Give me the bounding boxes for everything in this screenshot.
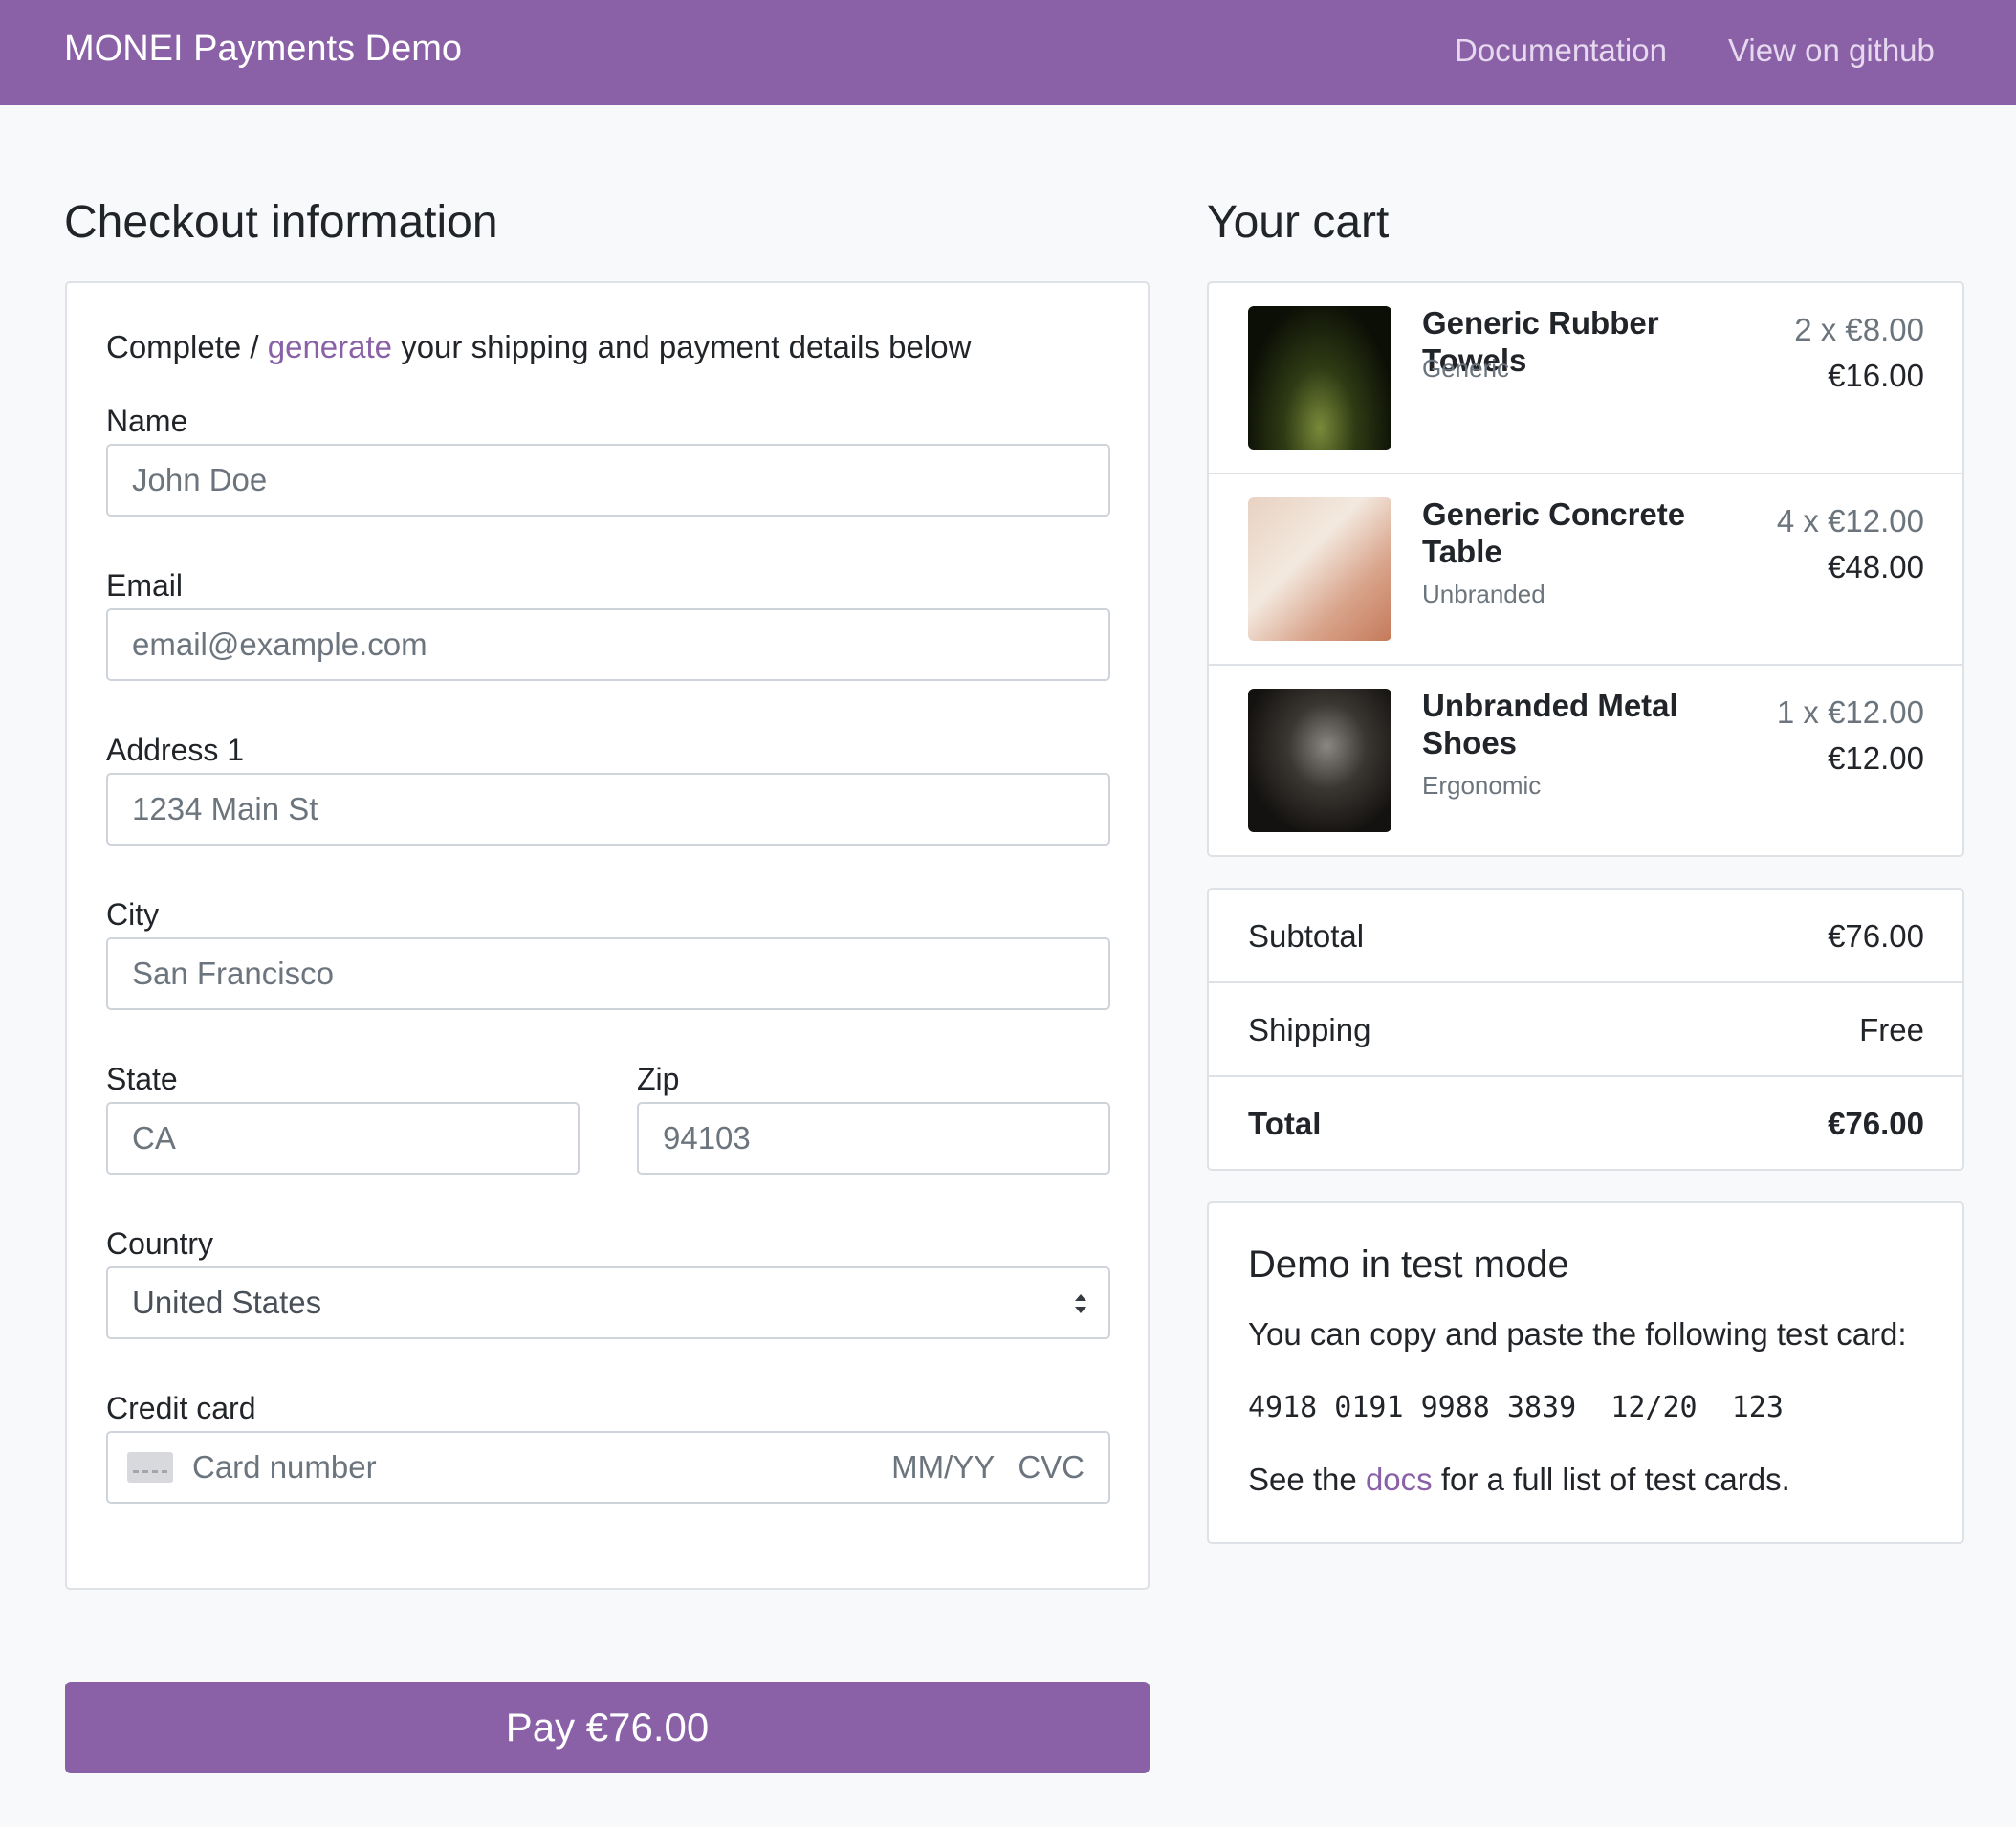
item-brand: Ergonomic (1422, 771, 1542, 800)
zip-input[interactable]: 94103 (637, 1102, 1110, 1175)
pay-button[interactable]: Pay €76.00 (65, 1682, 1150, 1773)
item-qty-price: 1 x €12.00 (1776, 694, 1924, 730)
test-mode-card: Demo in test mode You can copy and paste… (1207, 1201, 1964, 1544)
test-mode-footer: See the docs for a full list of test car… (1248, 1462, 1790, 1498)
item-brand: Unbranded (1422, 580, 1545, 608)
state-input[interactable]: CA (106, 1102, 580, 1175)
card-cvc-placeholder: CVC (1018, 1449, 1085, 1485)
cart-items-list: Generic Rubber Towels Generic 2 x €8.00 … (1207, 281, 1964, 857)
email-input[interactable]: email@example.com (106, 608, 1110, 681)
name-value: John Doe (132, 462, 268, 497)
product-thumbnail (1248, 497, 1391, 641)
credit-card-label: Credit card (106, 1391, 256, 1425)
card-number-placeholder: Card number (192, 1449, 377, 1485)
nav-link-documentation[interactable]: Documentation (1455, 33, 1667, 69)
address-input[interactable]: 1234 Main St (106, 773, 1110, 846)
zip-label: Zip (637, 1062, 680, 1096)
total-label: Total (1248, 1106, 1322, 1141)
total-row: Total €76.00 (1209, 1077, 1962, 1171)
test-card-number[interactable]: 4918 0191 9988 3839 12/20 123 (1248, 1391, 1784, 1424)
select-arrows-icon (1075, 1294, 1086, 1313)
item-brand: Generic (1422, 354, 1510, 383)
cart-item: Generic Concrete Table Unbranded 4 x €12… (1209, 474, 1962, 666)
item-total: €16.00 (1828, 358, 1924, 393)
generate-link[interactable]: generate (268, 329, 392, 364)
cart-item: Unbranded Metal Shoes Ergonomic 1 x €12.… (1209, 666, 1962, 857)
nav-link-github[interactable]: View on github (1728, 33, 1935, 69)
item-qty-price: 4 x €12.00 (1776, 503, 1924, 539)
brand-title[interactable]: MONEI Payments Demo (64, 29, 462, 70)
country-value: United States (132, 1285, 322, 1320)
checkout-title: Checkout information (64, 197, 498, 248)
subtotal-value: €76.00 (1828, 918, 1924, 954)
zip-value: 94103 (663, 1120, 751, 1156)
shipping-row: Shipping Free (1209, 983, 1962, 1077)
city-value: San Francisco (132, 956, 334, 991)
intro-suffix: your shipping and payment details below (392, 329, 972, 364)
item-total: €48.00 (1828, 549, 1924, 584)
credit-card-input[interactable]: Card number MM/YY CVC (106, 1431, 1110, 1504)
email-label: Email (106, 568, 184, 603)
footer-prefix: See the (1248, 1462, 1366, 1497)
state-label: State (106, 1062, 178, 1096)
item-total: €12.00 (1828, 740, 1924, 776)
product-thumbnail (1248, 306, 1391, 450)
city-input[interactable]: San Francisco (106, 937, 1110, 1010)
item-name: Generic Concrete Table (1422, 496, 1686, 569)
credit-card-icon (127, 1452, 173, 1483)
order-summary: Subtotal €76.00 Shipping Free Total €76.… (1207, 888, 1964, 1171)
cart-title: Your cart (1207, 197, 1390, 248)
item-qty-price: 2 x €8.00 (1794, 312, 1924, 347)
product-thumbnail (1248, 689, 1391, 832)
intro-prefix: Complete / (106, 329, 268, 364)
shipping-label: Shipping (1248, 1012, 1371, 1047)
name-label: Name (106, 404, 188, 438)
country-label: Country (106, 1226, 214, 1261)
checkout-intro: Complete / generate your shipping and pa… (106, 329, 971, 365)
card-expiry-placeholder: MM/YY (891, 1449, 996, 1485)
top-navbar: MONEI Payments Demo Documentation View o… (0, 0, 2016, 105)
item-name: Unbranded Metal Shoes (1422, 688, 1678, 760)
footer-suffix: for a full list of test cards. (1432, 1462, 1790, 1497)
city-label: City (106, 897, 160, 932)
email-value: email@example.com (132, 627, 427, 662)
docs-link[interactable]: docs (1366, 1462, 1433, 1497)
shipping-value: Free (1859, 1012, 1924, 1047)
country-select[interactable]: United States (106, 1266, 1110, 1339)
state-value: CA (132, 1120, 176, 1156)
address-label: Address 1 (106, 733, 245, 767)
checkout-form: Complete / generate your shipping and pa… (65, 281, 1150, 1590)
test-mode-title: Demo in test mode (1248, 1244, 1569, 1286)
subtotal-row: Subtotal €76.00 (1209, 890, 1962, 983)
total-value: €76.00 (1828, 1106, 1924, 1141)
test-mode-text: You can copy and paste the following tes… (1248, 1316, 1907, 1352)
address-value: 1234 Main St (132, 791, 318, 826)
name-input[interactable]: John Doe (106, 444, 1110, 517)
subtotal-label: Subtotal (1248, 918, 1365, 954)
cart-item: Generic Rubber Towels Generic 2 x €8.00 … (1209, 283, 1962, 474)
